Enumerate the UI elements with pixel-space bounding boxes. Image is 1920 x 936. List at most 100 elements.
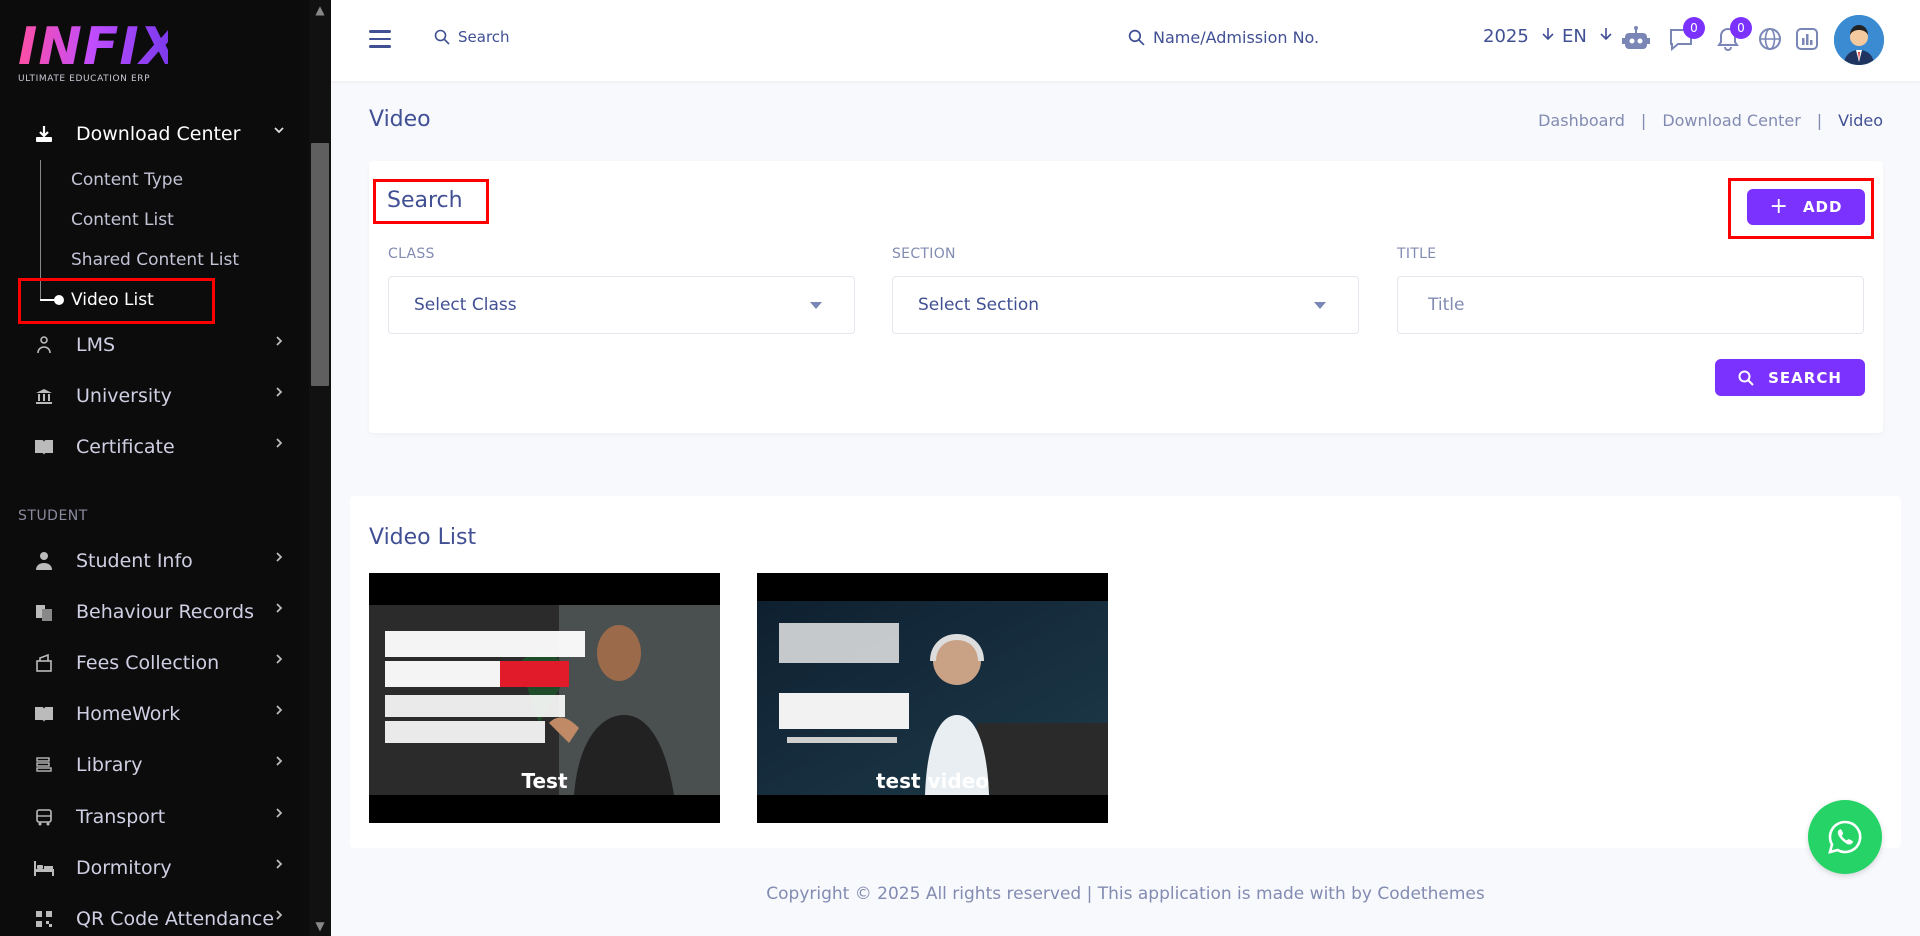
- download-icon: [33, 123, 55, 145]
- sidebar-item-label: LMS: [76, 334, 116, 356]
- chevron-right-icon: [272, 754, 286, 772]
- video-thumbnail[interactable]: test video: [757, 573, 1108, 823]
- video-list-title: Video List: [369, 525, 477, 550]
- logo-text: INFIX: [18, 17, 181, 77]
- chevron-right-icon: [272, 703, 286, 721]
- title-input-placeholder: Title: [1428, 295, 1465, 315]
- breadcrumb-separator: |: [1640, 111, 1647, 130]
- breadcrumb-dashboard[interactable]: Dashboard: [1538, 111, 1625, 130]
- behaviour-icon: [33, 601, 55, 623]
- search-button-label: SEARCH: [1768, 368, 1842, 387]
- homework-icon: [33, 703, 55, 725]
- top-header: Search Name/Admission No. 2025 EN 0 0: [331, 0, 1920, 81]
- video-title: test video: [875, 769, 990, 793]
- analytics-icon[interactable]: [1793, 25, 1821, 53]
- caret-down-icon: [810, 302, 822, 309]
- breadcrumb-separator: |: [1816, 111, 1823, 130]
- messages-badge: 0: [1683, 17, 1705, 39]
- chevron-right-icon: [272, 908, 286, 926]
- chevron-right-icon: [272, 601, 286, 619]
- logo[interactable]: INFIX ULTIMATE EDUCATION ERP: [18, 17, 181, 92]
- student-icon: [33, 550, 55, 572]
- sidebar-subitem-shared-content-list[interactable]: Shared Content List: [71, 243, 239, 277]
- scrollbar-thumb[interactable]: [311, 143, 329, 386]
- chevron-right-icon: [272, 652, 286, 670]
- whatsapp-icon: [1828, 820, 1862, 854]
- notifications-icon[interactable]: 0: [1714, 17, 1752, 53]
- lms-icon: [33, 334, 55, 356]
- library-icon: [33, 754, 55, 776]
- highlight-search-title: [373, 179, 489, 224]
- sidebar-subitem-content-list[interactable]: Content List: [71, 203, 174, 237]
- section-select[interactable]: Select Section: [892, 276, 1359, 334]
- qr-icon: [33, 908, 55, 930]
- chevron-right-icon: [272, 436, 286, 454]
- section-label: SECTION: [892, 246, 956, 262]
- breadcrumb-download-center[interactable]: Download Center: [1662, 111, 1800, 130]
- sidebar-item-label: Certificate: [76, 436, 175, 458]
- class-select-value: Select Class: [414, 295, 517, 315]
- language-value: EN: [1562, 26, 1587, 47]
- sidebar-item-library[interactable]: Library: [0, 745, 300, 785]
- year-value: 2025: [1483, 26, 1529, 47]
- sidebar-item-university[interactable]: University: [0, 376, 300, 416]
- breadcrumb-current: Video: [1838, 111, 1883, 130]
- chevron-right-icon: [272, 385, 286, 403]
- sidebar-item-certificate[interactable]: Certificate: [0, 427, 300, 467]
- student-search[interactable]: Name/Admission No.: [1128, 28, 1319, 47]
- title-input[interactable]: Title: [1397, 276, 1864, 334]
- year-selector[interactable]: 2025: [1483, 26, 1555, 47]
- breadcrumb: Dashboard | Download Center | Video: [1538, 111, 1883, 130]
- sidebar-item-homework[interactable]: HomeWork: [0, 694, 300, 734]
- search-icon: [1738, 370, 1754, 386]
- sidebar-item-download-center[interactable]: Download Center: [0, 114, 300, 154]
- video-thumbnail[interactable]: Test: [369, 573, 720, 823]
- chevron-right-icon: [272, 334, 286, 352]
- sidebar-item-label: Fees Collection: [76, 652, 220, 674]
- university-icon: [33, 385, 55, 407]
- messages-icon[interactable]: 0: [1667, 17, 1705, 53]
- language-selector[interactable]: EN: [1562, 26, 1613, 47]
- menu-search[interactable]: Search: [434, 28, 510, 46]
- transport-icon: [33, 806, 55, 828]
- whatsapp-button[interactable]: [1808, 800, 1882, 874]
- sidebar-item-label: Behaviour Records: [76, 601, 254, 623]
- sidebar-item-fees-collection[interactable]: Fees Collection: [0, 643, 300, 683]
- arrow-down-icon: [1541, 28, 1554, 41]
- sidebar-subitem-content-type[interactable]: Content Type: [71, 163, 183, 197]
- logo-tagline: ULTIMATE EDUCATION ERP: [18, 74, 151, 84]
- arrow-down-icon: [1600, 28, 1612, 41]
- caret-down-icon: [1314, 302, 1326, 309]
- sidebar-item-dormitory[interactable]: Dormitory: [0, 848, 300, 888]
- notifications-badge: 0: [1730, 17, 1752, 39]
- search-button[interactable]: SEARCH: [1715, 359, 1865, 396]
- user-avatar[interactable]: [1834, 15, 1884, 65]
- sidebar-section-student: STUDENT: [18, 508, 88, 524]
- sidebar-item-label: University: [76, 385, 172, 407]
- sidebar-item-qr-code-attendance[interactable]: QR Code Attendance: [0, 899, 300, 936]
- highlight-add-button: [1728, 178, 1874, 239]
- chevron-right-icon: [272, 806, 286, 824]
- class-select[interactable]: Select Class: [388, 276, 855, 334]
- scroll-up-icon[interactable]: ▲: [309, 0, 331, 20]
- sidebar-scrollbar[interactable]: ▲ ▼: [309, 0, 331, 936]
- sidebar-item-student-info[interactable]: Student Info: [0, 541, 300, 581]
- fees-icon: [33, 652, 55, 674]
- sidebar: INFIX ULTIMATE EDUCATION ERP Download Ce…: [0, 0, 331, 936]
- chatbot-icon[interactable]: [1621, 25, 1650, 53]
- sidebar-item-label: HomeWork: [76, 703, 181, 725]
- sidebar-item-lms[interactable]: LMS: [0, 325, 300, 365]
- sidebar-item-label: QR Code Attendance: [76, 908, 275, 930]
- sidebar-item-transport[interactable]: Transport: [0, 797, 300, 837]
- scroll-down-icon[interactable]: ▼: [309, 916, 331, 936]
- sidebar-item-label: Transport: [76, 806, 166, 828]
- page-title: Video: [369, 107, 431, 132]
- sidebar-item-behaviour-records[interactable]: Behaviour Records: [0, 592, 300, 632]
- globe-icon[interactable]: [1756, 25, 1784, 53]
- sidebar-item-label: Dormitory: [76, 857, 172, 879]
- class-label: CLASS: [388, 246, 435, 262]
- hamburger-menu-icon[interactable]: [369, 30, 391, 48]
- footer-copyright: Copyright © 2025 All rights reserved | T…: [766, 884, 1485, 904]
- search-icon: [434, 29, 450, 45]
- search-icon: [1128, 29, 1145, 46]
